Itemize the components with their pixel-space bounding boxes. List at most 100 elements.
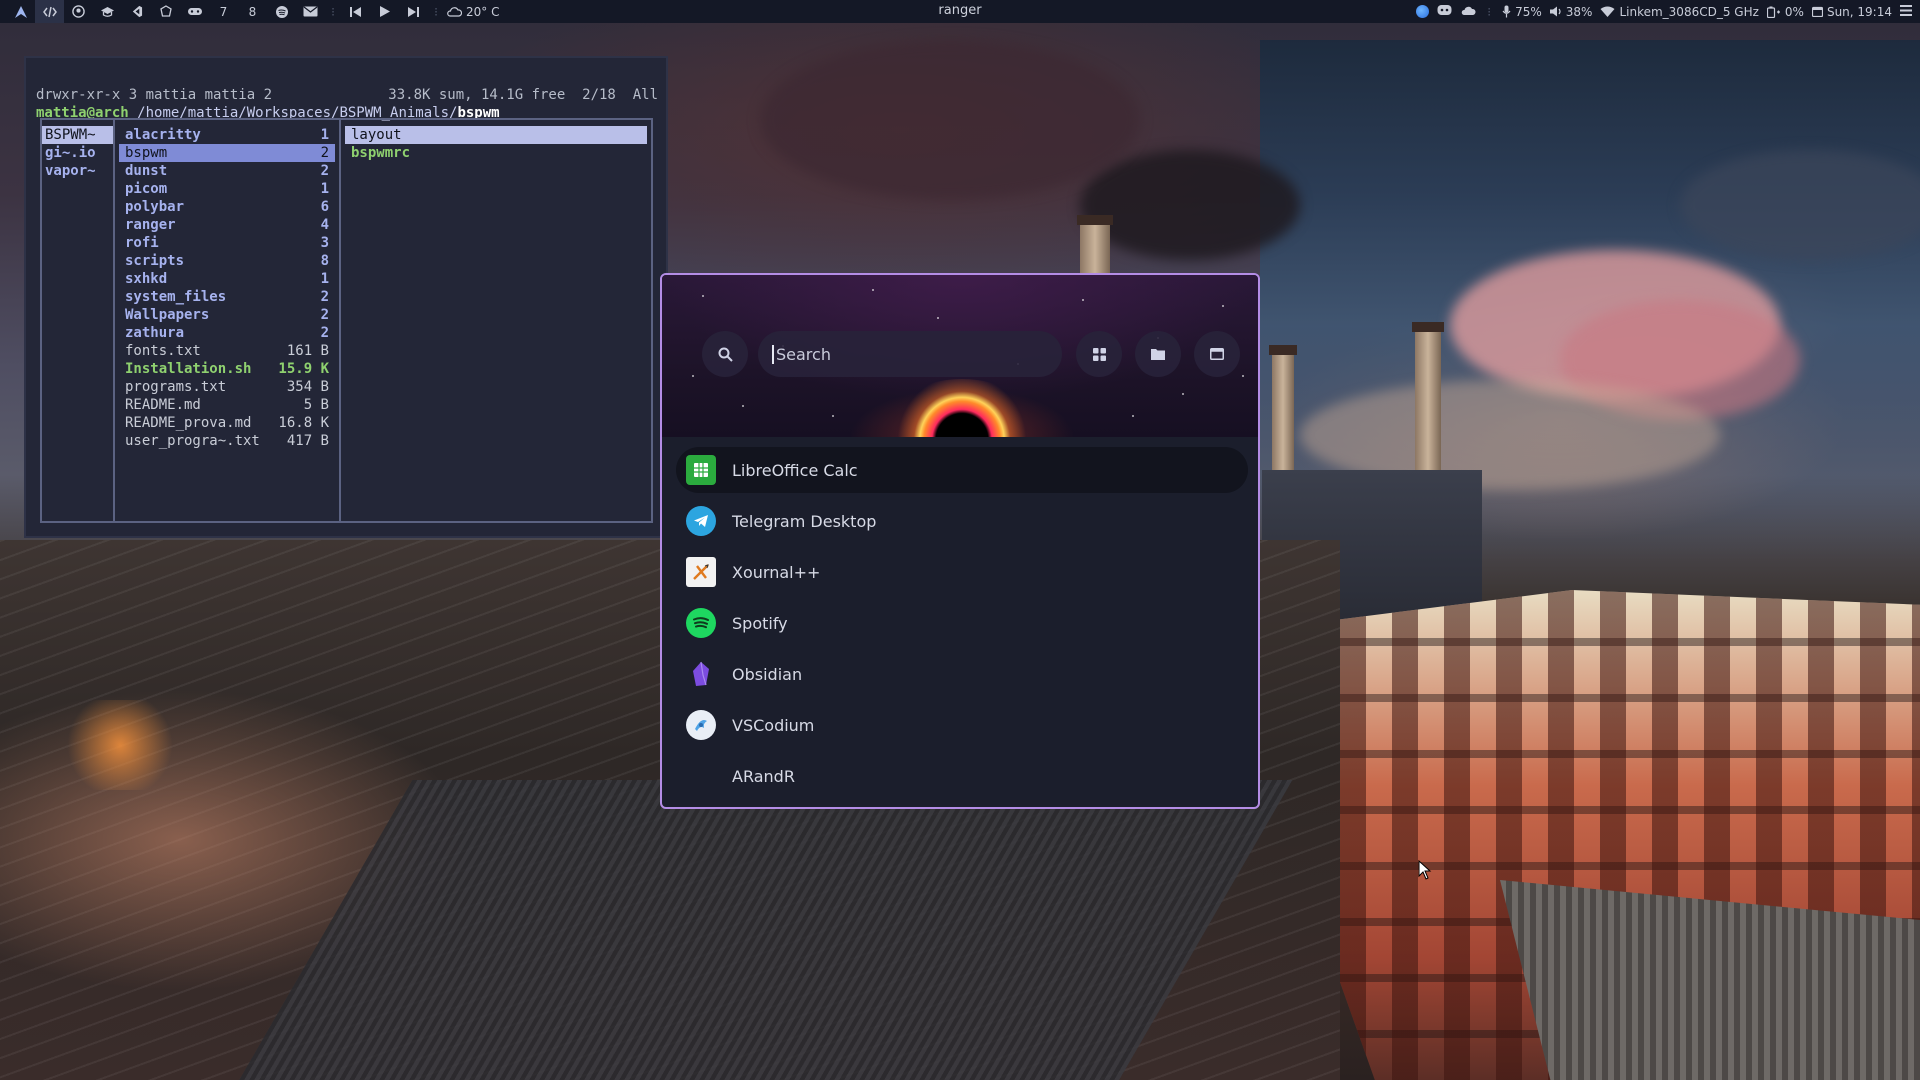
workspace-spotify-icon[interactable]: [267, 0, 296, 23]
launcher-search-row: [702, 331, 1242, 377]
microphone-widget[interactable]: 75%: [1502, 5, 1542, 19]
workspace-school-icon[interactable]: [93, 0, 122, 23]
battery-widget[interactable]: 0%: [1766, 4, 1804, 19]
app-launcher[interactable]: LibreOffice Calc Telegram Desktop Xourna…: [660, 273, 1260, 809]
calendar-icon: [1811, 6, 1823, 17]
entry-name: sxhkd: [125, 271, 168, 287]
battery-level: 0%: [1784, 4, 1804, 19]
file-entry[interactable]: Wallpapers 2: [119, 306, 335, 324]
entry-name: user_progra~.txt: [125, 433, 260, 449]
workspace-mail-icon[interactable]: [296, 0, 325, 23]
entry-name: dunst: [125, 163, 168, 179]
entry-name: README_prova.md: [125, 415, 252, 431]
search-field[interactable]: [758, 331, 1062, 377]
workspace-github-icon[interactable]: [64, 0, 93, 23]
app-item-spotify[interactable]: Spotify: [676, 600, 1248, 646]
window-icon[interactable]: [1194, 331, 1240, 377]
arch-logo-icon[interactable]: [6, 0, 35, 23]
clock-widget[interactable]: Sun, 19:14: [1811, 5, 1892, 19]
discord-tray-icon[interactable]: [1437, 4, 1452, 19]
vscodium-icon: [686, 710, 716, 740]
entry-name: layout: [351, 127, 402, 143]
folder-icon[interactable]: [1135, 331, 1181, 377]
entry-info: 2: [320, 145, 329, 161]
parent-directory-column: BSPWM~ gi~.io vapor~: [42, 120, 115, 521]
app-label: VSCodium: [732, 715, 815, 735]
entry-name: programs.txt: [125, 379, 227, 395]
file-entry[interactable]: programs.txt 354 B: [119, 378, 335, 396]
entry-name: Installation.sh: [125, 361, 252, 377]
separator-icon: ⁝: [434, 4, 438, 19]
file-entry[interactable]: README.md 5 B: [119, 396, 335, 414]
search-icon[interactable]: [702, 331, 748, 377]
search-input[interactable]: [772, 344, 1062, 364]
app-item-telegram-desktop[interactable]: Telegram Desktop: [676, 498, 1248, 544]
media-previous-icon[interactable]: [341, 0, 370, 23]
file-entry[interactable]: zathura 2: [119, 324, 335, 342]
volume-widget[interactable]: 38%: [1549, 5, 1592, 19]
wifi-widget[interactable]: Linkem_3086CD_5 GHz: [1600, 4, 1759, 19]
workspace-7[interactable]: 7: [209, 0, 238, 23]
app-item-vscodium[interactable]: VSCodium: [676, 702, 1248, 748]
entry-name: Wallpapers: [125, 307, 210, 323]
file-entry[interactable]: ranger 4: [119, 216, 335, 234]
workspace-shield-icon[interactable]: [151, 0, 180, 23]
file-entry[interactable]: fonts.txt 161 B: [119, 342, 335, 360]
file-entry[interactable]: picom 1: [119, 180, 335, 198]
entry-name: zathura: [125, 325, 185, 341]
app-item-obsidian[interactable]: Obsidian: [676, 651, 1248, 697]
app-item-xournalpp[interactable]: Xournal++: [676, 549, 1248, 595]
workspace-gamepad-icon[interactable]: [180, 0, 209, 23]
entry-name: fonts.txt: [125, 343, 201, 359]
entry-info: 8: [320, 253, 329, 269]
entry-info: 15.9 K: [278, 361, 329, 377]
file-entry[interactable]: system_files 2: [119, 288, 335, 306]
parent-entry[interactable]: vapor~: [42, 162, 113, 180]
workspace-code-icon[interactable]: [35, 0, 64, 23]
wifi-network-name: Linkem_3086CD_5 GHz: [1619, 4, 1759, 19]
preview-entry[interactable]: layout: [345, 126, 647, 144]
entry-name: gi~.io: [45, 145, 96, 161]
preview-entry[interactable]: bspwmrc: [345, 144, 647, 162]
menu-icon[interactable]: [1900, 4, 1912, 19]
entry-info: 161 B: [286, 343, 329, 359]
entry-info: 2: [320, 307, 329, 323]
entry-name: README.md: [125, 397, 201, 413]
app-label: LibreOffice Calc: [732, 460, 858, 480]
workspace-vscode-icon[interactable]: [122, 0, 151, 23]
cloud-sync-tray-icon[interactable]: [1460, 4, 1476, 19]
file-entry[interactable]: sxhkd 1: [119, 270, 335, 288]
entry-info: 2: [320, 289, 329, 305]
apps-grid-icon[interactable]: [1076, 331, 1122, 377]
weather-widget: 20° C: [444, 5, 499, 19]
entry-name: picom: [125, 181, 168, 197]
launcher-banner: [662, 275, 1258, 437]
entry-name: bspwm: [125, 145, 168, 161]
file-entry[interactable]: bspwm 2: [119, 144, 335, 162]
app-item-libreoffice-calc[interactable]: LibreOffice Calc: [676, 447, 1248, 493]
ranger-terminal-window[interactable]: mattia@arch /home/mattia/Workspaces/BSPW…: [24, 56, 668, 538]
app-item-arandr[interactable]: ARandR: [676, 753, 1248, 799]
entry-info: 16.8 K: [278, 415, 329, 431]
file-entry[interactable]: user_progra~.txt 417 B: [119, 432, 335, 450]
telegram-icon: [686, 506, 716, 536]
file-entry[interactable]: dunst 2: [119, 162, 335, 180]
file-entry[interactable]: README_prova.md 16.8 K: [119, 414, 335, 432]
battery-icon: [1766, 6, 1780, 18]
workspace-8[interactable]: 8: [238, 0, 267, 23]
ranger-columns: BSPWM~ gi~.io vapor~ alacritty 1 bspwm 2 dunst…: [40, 118, 653, 523]
browser-tray-icon[interactable]: [1416, 5, 1430, 18]
mouse-pointer-icon: [1418, 859, 1432, 884]
file-entry[interactable]: rofi 3: [119, 234, 335, 252]
file-entry[interactable]: polybar 6: [119, 198, 335, 216]
workspace-bar: 7 8 ⁝ ⁝ 20° C: [0, 0, 499, 23]
file-entry[interactable]: alacritty 1: [119, 126, 335, 144]
media-next-icon[interactable]: [399, 0, 428, 23]
xournalpp-icon: [686, 557, 716, 587]
file-entry[interactable]: Installation.sh 15.9 K: [119, 360, 335, 378]
separator-icon: ⁝: [331, 4, 335, 19]
file-entry[interactable]: scripts 8: [119, 252, 335, 270]
parent-entry[interactable]: BSPWM~: [42, 126, 113, 144]
media-play-icon[interactable]: [370, 0, 399, 23]
parent-entry[interactable]: gi~.io: [42, 144, 113, 162]
